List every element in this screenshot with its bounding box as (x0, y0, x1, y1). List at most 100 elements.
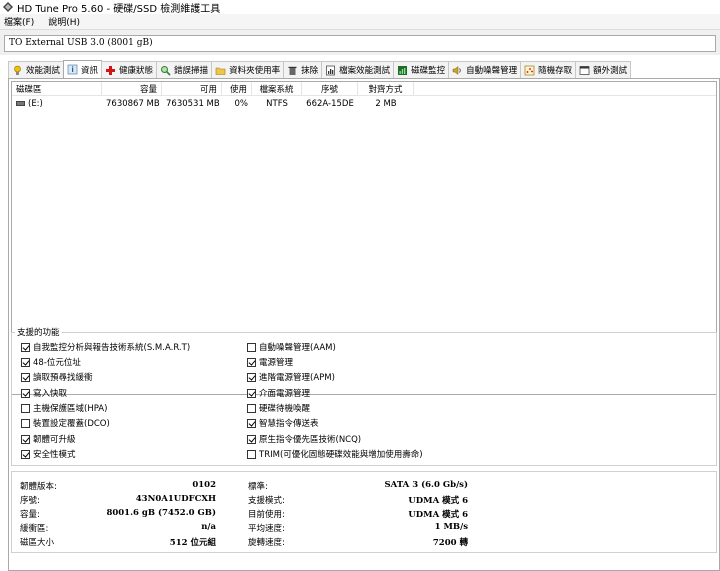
checkbox[interactable] (247, 449, 256, 459)
app-logo-icon (3, 2, 13, 12)
folder-icon (215, 67, 226, 75)
capacity-row: 容量: 8001.6 gB (7452.0 GB) (20, 508, 216, 520)
checkbox[interactable] (21, 372, 30, 382)
menu-help[interactable]: 說明(H) (48, 15, 80, 28)
col-serial[interactable]: 序號 (302, 82, 358, 96)
col-used[interactable]: 使用 (222, 82, 252, 96)
tab-random-access[interactable]: 隨機存取 (520, 61, 577, 78)
info-panel: 磁碟區 容量 可用 使用 檔案系統 序號 對齊方式 (E:) 7630867 M… (8, 78, 720, 571)
checkbox[interactable] (247, 418, 256, 428)
title-bar: HD Tune Pro 5.60 - 硬碟/SSD 檢測維護工具 (0, 0, 720, 15)
trash-icon (288, 66, 297, 75)
features-title: 支援的功能 (15, 326, 62, 338)
checkbox[interactable] (247, 342, 256, 352)
feature-hpa[interactable]: 主機保護區域(HPA) (21, 402, 107, 414)
tab-erase[interactable]: 抹除 (283, 61, 323, 78)
speaker-icon (452, 65, 461, 75)
feature-standby-wake[interactable]: 硬碟待機喚醒 (247, 402, 310, 414)
feature-power-management[interactable]: 電源管理 (247, 356, 293, 368)
feature-firmware-upgradable[interactable]: 韌體可升級 (21, 433, 76, 445)
feature-smart[interactable]: 自我監控分析與報告技術系統(S.M.A.R.T) (21, 341, 190, 353)
feature-48bit[interactable]: 48-位元位址 (21, 356, 81, 368)
extra-tests-icon (579, 65, 590, 75)
checkbox[interactable] (247, 403, 256, 413)
firmware-row: 韌體版本: 0102 (20, 480, 216, 492)
feature-aam[interactable]: 自動噪聲管理(AAM) (247, 341, 336, 353)
tab-extra-tests[interactable]: 額外測試 (575, 61, 632, 78)
random-access-icon (524, 65, 535, 75)
partition-list-header: 磁碟區 容量 可用 使用 檔案系統 序號 對齊方式 (12, 82, 716, 96)
col-alignment[interactable]: 對齊方式 (358, 82, 414, 96)
feature-read-lookahead[interactable]: 讀取預尋找緩衝 (21, 371, 93, 383)
filesystem-value: NTFS (266, 98, 288, 109)
feature-write-cache[interactable]: 寫入快取 (21, 387, 67, 399)
free-value: 7630531 MB (166, 98, 220, 109)
window-title: HD Tune Pro 5.60 - 硬碟/SSD 檢測維護工具 (17, 3, 221, 15)
buffer-row: 緩衝區: n/a (20, 522, 216, 534)
supported-features: 支援的功能 自我監控分析與報告技術系統(S.M.A.R.T) 48-位元位址 讀… (11, 326, 717, 466)
tab-strip: 效能測試 資訊 健康狀態 錯誤掃描 資料夾使用率 抹除 檔案效能測試 磁碟監控 … (8, 60, 720, 78)
alignment-value: 2 MB (375, 98, 397, 109)
lightbulb-icon (14, 65, 21, 75)
tab-health[interactable]: 健康狀態 (101, 61, 158, 78)
checkbox[interactable] (247, 434, 256, 444)
checkbox[interactable] (21, 449, 30, 459)
feature-apm[interactable]: 進階電源管理(APM) (247, 371, 335, 383)
feature-ncq[interactable]: 原生指令優先區技術(NCQ) (247, 433, 361, 445)
checkbox[interactable] (21, 342, 30, 352)
tab-label: 資訊 (81, 65, 99, 76)
used-value: 0% (234, 98, 249, 109)
tab-label: 隨機存取 (538, 66, 573, 76)
tab-label: 檔案效能測試 (339, 66, 391, 76)
tab-error-scan[interactable]: 錯誤掃描 (156, 61, 213, 78)
checkbox[interactable] (21, 357, 30, 367)
checkbox[interactable] (21, 388, 30, 398)
drive-icon (16, 100, 25, 106)
supported-mode-row: 支援模式: UDMA 模式 6 (248, 496, 468, 506)
col-capacity[interactable]: 容量 (102, 82, 162, 96)
tab-aam[interactable]: 自動噪聲管理 (448, 61, 522, 78)
tab-info[interactable]: 資訊 (63, 60, 103, 78)
tab-label: 自動噪聲管理 (466, 66, 518, 76)
magnifier-icon (161, 65, 171, 76)
feature-smart-command[interactable]: 智慧指令傳送表 (247, 417, 319, 429)
rotation-speed-row: 旋轉速度: 7200 轉 (248, 538, 468, 548)
volume-name: (E:) (28, 98, 43, 109)
tab-label: 錯誤掃描 (174, 66, 209, 76)
menu-bar: 檔案(F) 說明(H) (0, 14, 720, 29)
tab-folder-usage[interactable]: 資料夾使用率 (211, 61, 285, 78)
serial-row: 序號: 43N0A1UDFCXH (20, 494, 216, 506)
checkbox[interactable] (247, 357, 256, 367)
tab-file-benchmark[interactable]: 檔案效能測試 (321, 61, 395, 78)
info-icon (67, 64, 78, 75)
tab-label: 健康狀態 (119, 66, 154, 76)
tab-label: 效能測試 (26, 66, 61, 76)
serial-value: 662A-15DE (306, 98, 354, 109)
checkbox[interactable] (247, 372, 256, 382)
tab-label: 抹除 (301, 66, 319, 76)
file-benchmark-icon (326, 65, 335, 75)
checkbox[interactable] (21, 418, 30, 428)
feature-interface-power[interactable]: 介面電源管理 (247, 387, 310, 399)
health-cross-icon (106, 65, 116, 75)
standard-row: 標準: SATA 3 (6.0 Gb/s) (248, 480, 468, 492)
table-row[interactable]: (E:) 7630867 MB 7630531 MB 0% NTFS 662A-… (12, 96, 716, 111)
tab-benchmark[interactable]: 效能測試 (8, 61, 65, 78)
feature-security-mode[interactable]: 安全性模式 (21, 448, 76, 460)
checkbox[interactable] (21, 434, 30, 444)
tab-label: 資料夾使用率 (229, 66, 281, 76)
drive-select[interactable]: TO External USB 3.0 (8001 gB) (4, 35, 716, 52)
col-filesystem[interactable]: 檔案系統 (252, 82, 302, 96)
drive-details: 韌體版本: 0102 序號: 43N0A1UDFCXH 容量: 8001.6 gB (… (11, 471, 717, 553)
average-speed-row: 平均速度: 1 MB/s (248, 522, 468, 534)
checkbox[interactable] (21, 403, 30, 413)
feature-trim[interactable]: TRIM(可優化固態硬碟效能與增加使用壽命) (247, 448, 423, 460)
tab-disk-monitor[interactable]: 磁碟監控 (393, 61, 450, 78)
col-volume[interactable]: 磁碟區 (12, 82, 102, 96)
tab-label: 磁碟監控 (411, 66, 446, 76)
capacity-value: 7630867 MB (106, 98, 160, 109)
menu-file[interactable]: 檔案(F) (4, 15, 34, 28)
feature-dco[interactable]: 裝置設定覆蓋(DCO) (21, 417, 110, 429)
col-free[interactable]: 可用 (162, 82, 222, 96)
checkbox[interactable] (247, 388, 256, 398)
